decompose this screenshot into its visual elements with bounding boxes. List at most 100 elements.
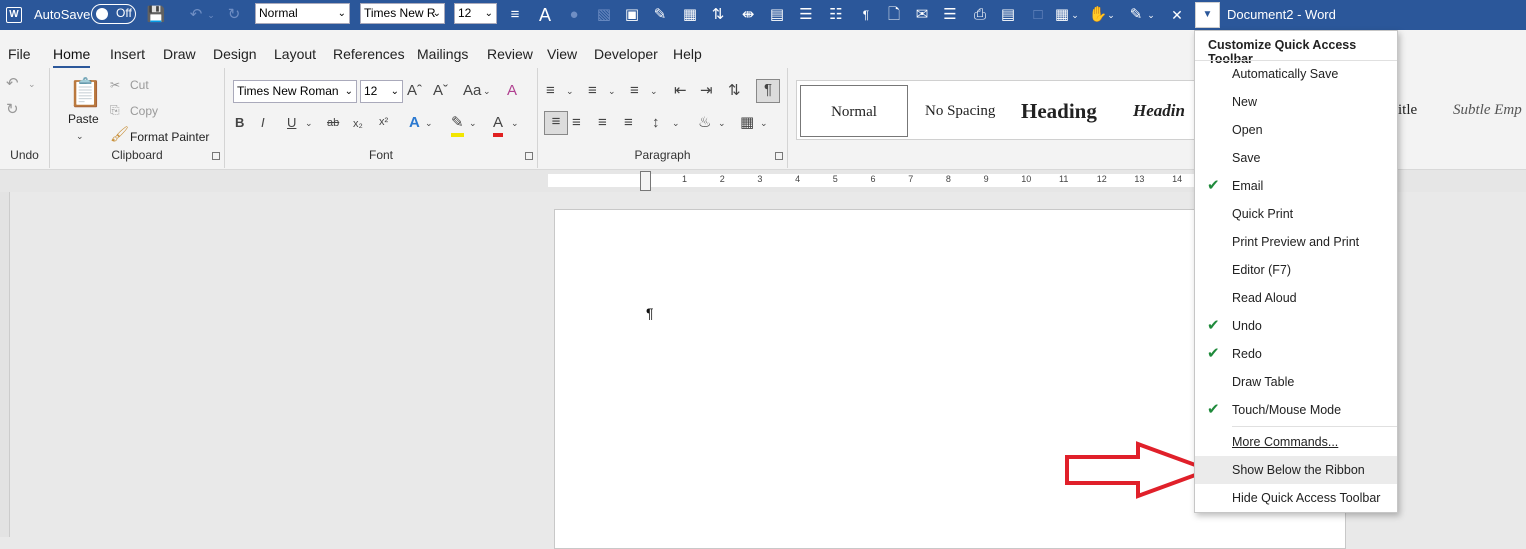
subscript-icon[interactable]: x₂ [353,114,363,134]
qat-item[interactable]: Save [1195,144,1397,172]
borders-icon[interactable]: ▦ [740,113,754,133]
qat-item[interactable]: ✔ Redo [1195,340,1397,368]
customize-qat-button[interactable]: ▼ [1195,2,1220,28]
show-below-ribbon-item[interactable]: Show Below the Ribbon [1195,456,1397,484]
textbox-icon[interactable]: ▣ [622,5,642,25]
new-doc-icon[interactable]: 🗋 [884,5,904,25]
frame-icon[interactable]: □ [1028,5,1048,25]
tab-layout[interactable]: Layout [274,46,316,62]
tab-mailings[interactable]: Mailings [417,46,468,62]
undo-icon[interactable]: ↶ [186,5,206,25]
format-icon[interactable]: ▧ [594,5,614,25]
qat-item[interactable]: Automatically Save [1195,60,1397,88]
style-combo[interactable]: Normal ⌄ [255,3,350,24]
chevron-down-icon[interactable]: ⌄ [305,113,313,133]
chevron-down-icon[interactable]: ⌄ [28,74,36,94]
clear-formatting-icon[interactable]: A [507,81,517,101]
chevron-down-icon[interactable]: ⌄ [1106,5,1116,25]
style-heading1[interactable]: Heading [1021,85,1097,137]
copy-button[interactable]: Copy [130,104,158,118]
list-icon[interactable]: ☰ [796,5,816,25]
replace-icon[interactable]: ⇼ [738,5,758,25]
line-spacing-icon[interactable]: ↕ [652,113,660,133]
style-subtle-emphasis[interactable]: Subtle Emp [1453,84,1522,136]
undo-dropdown-icon[interactable]: ⌄ [206,5,216,25]
numbering-icon[interactable]: ≡ [588,81,597,101]
format-painter-button[interactable]: Format Painter [130,130,209,144]
print-preview-icon[interactable]: ⎙ [970,5,990,25]
style-title[interactable]: itle [1398,84,1417,136]
style-pane-icon[interactable]: ≡ [505,5,525,25]
qat-item[interactable]: Quick Print [1195,200,1397,228]
align-right-icon[interactable]: ≡ [598,113,607,133]
grow-font-icon[interactable]: Aˆ [407,81,422,101]
qat-item[interactable]: Editor (F7) [1195,256,1397,284]
bold-icon[interactable]: B [235,113,244,133]
qat-item[interactable]: ✔ Touch/Mouse Mode [1195,396,1397,424]
tab-home[interactable]: Home [53,46,91,69]
qat-item[interactable]: Open [1195,116,1397,144]
shading-icon[interactable]: ♨ [698,113,711,133]
chevron-down-icon[interactable]: ⌄ [425,113,433,133]
chevron-down-icon[interactable]: ⌄ [672,113,680,133]
read-aloud-icon[interactable]: ▤ [998,5,1018,25]
dialog-launcher-icon[interactable] [525,152,533,160]
qat-item[interactable]: Read Aloud [1195,284,1397,312]
superscript-icon[interactable]: x² [379,112,388,132]
chevron-down-icon[interactable]: ⌄ [1146,5,1156,25]
chevron-down-icon[interactable]: ⌄ [718,113,726,133]
tab-view[interactable]: View [547,46,577,62]
tab-help[interactable]: Help [673,46,702,62]
select-icon[interactable]: ▦ [680,5,700,25]
highlight-color-icon[interactable]: ✎ [451,113,464,137]
style-heading2[interactable]: Headin [1133,85,1185,137]
italic-icon[interactable]: I [261,113,265,133]
cut-icon[interactable]: ✂ [110,75,120,95]
shrink-font-icon[interactable]: Aˇ [433,81,448,101]
chevron-down-icon[interactable]: ⌄ [1070,5,1080,25]
qat-item[interactable]: New [1195,88,1397,116]
tab-draw[interactable]: Draw [163,46,196,62]
chevron-down-icon[interactable]: ⌄ [76,126,84,146]
qat-item[interactable]: ✔ Undo [1195,312,1397,340]
hide-qat-item[interactable]: Hide Quick Access Toolbar [1195,484,1397,512]
chevron-down-icon[interactable]: ⌄ [608,81,616,101]
tab-file[interactable]: File [8,46,31,62]
more-commands-item[interactable]: More Commands... [1195,428,1397,456]
change-case-icon[interactable]: Aa [463,81,481,101]
insert-object-icon[interactable]: ▤ [767,5,787,25]
text-effects-icon[interactable]: A [409,113,420,133]
tab-design[interactable]: Design [213,46,257,62]
redo-icon[interactable]: ↻ [224,5,244,25]
strikethrough-icon[interactable]: ab [327,113,339,133]
paste-icon[interactable]: 📋 [68,76,103,110]
cut-button[interactable]: Cut [130,78,149,92]
close-icon[interactable]: ✕ [1167,5,1187,25]
edit-icon[interactable]: ✎ [650,5,670,25]
chevron-down-icon[interactable]: ⌄ [760,113,768,133]
autosave-toggle[interactable]: Off [91,4,136,24]
chevron-down-icon[interactable]: ⌄ [566,81,574,101]
touch-mode-icon[interactable]: ✋ [1088,5,1108,25]
circle-icon[interactable]: ● [564,5,584,25]
show-hide-pilcrow-icon[interactable]: ¶ [756,79,780,103]
qat-item[interactable]: ✔ Email [1195,172,1397,200]
font-combo[interactable]: Times New R ⌄ [360,3,445,24]
multilevel-list-icon[interactable]: ≡ [630,81,639,101]
sort-icon[interactable]: ⇅ [708,5,728,25]
dialog-launcher-icon[interactable] [775,152,783,160]
bullets-icon[interactable]: ≡ [546,81,555,101]
chevron-down-icon[interactable]: ⌄ [483,81,491,101]
pilcrow-icon[interactable]: ¶ [856,5,876,25]
decrease-indent-icon[interactable]: ⇤ [674,81,687,101]
paste-button[interactable]: Paste [68,112,99,126]
align-center-icon[interactable]: ≡ [572,113,581,133]
email-icon[interactable]: ✉ [912,5,932,25]
indent-marker[interactable] [640,171,651,191]
justify-icon[interactable]: ☰ [940,5,960,25]
tab-insert[interactable]: Insert [110,46,145,62]
format-painter-icon[interactable]: 🖌 [110,125,129,145]
undo-icon[interactable]: ↶ [6,74,19,94]
size-combo[interactable]: 12 ⌄ [454,3,497,24]
chevron-down-icon[interactable]: ⌄ [511,113,519,133]
